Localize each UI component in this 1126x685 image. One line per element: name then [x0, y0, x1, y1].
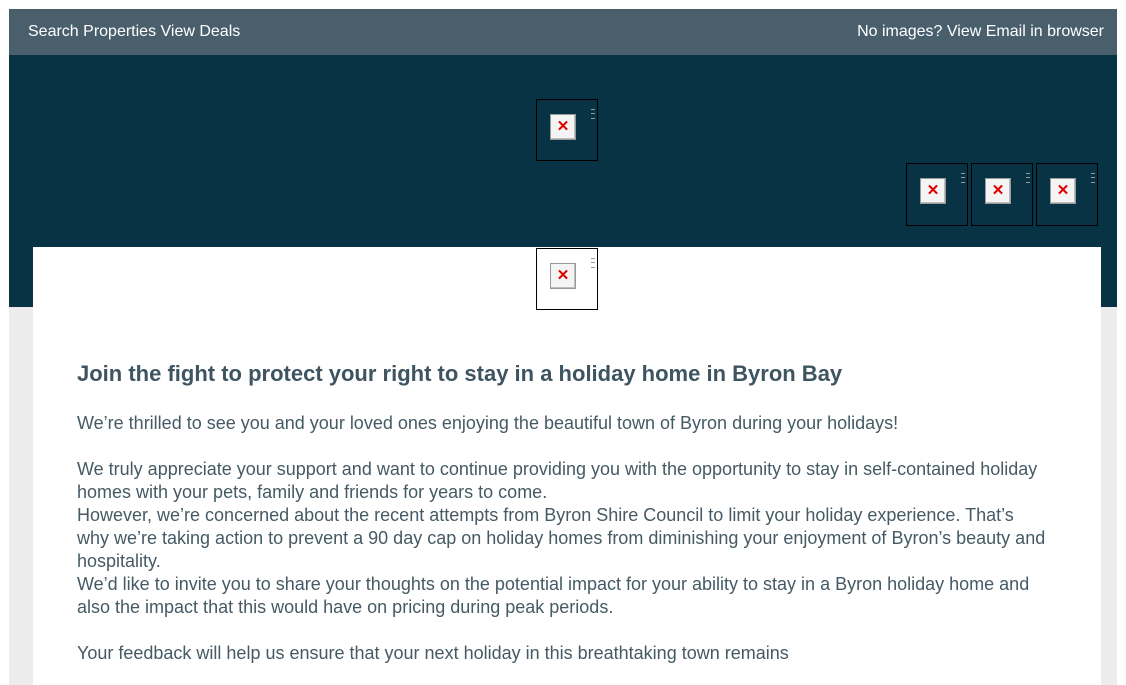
grip-icon	[591, 258, 595, 268]
paragraph-5: Your feedback will help us ensure that y…	[77, 643, 789, 663]
social-image-1[interactable]: ✕	[906, 163, 968, 226]
social-image-3[interactable]: ✕	[1036, 163, 1098, 226]
view-in-browser-link[interactable]: No images? View Email in browser	[857, 23, 1104, 41]
paragraph-1: We’re thrilled to see you and your loved…	[77, 413, 899, 433]
broken-image-icon: ✕	[985, 178, 1011, 204]
broken-image-icon: ✕	[1050, 178, 1076, 204]
broken-image-icon: ✕	[920, 178, 946, 204]
top-nav: Search Properties View Deals	[28, 23, 240, 41]
grip-icon	[1091, 173, 1095, 183]
broken-image-icon: ✕	[550, 114, 576, 140]
grip-icon	[591, 109, 595, 119]
grip-icon	[961, 173, 965, 183]
top-bar: Search Properties View Deals No images? …	[9, 9, 1117, 55]
search-properties-link[interactable]: Search Properties	[28, 23, 156, 40]
paragraph-2: We truly appreciate your support and wan…	[77, 459, 1038, 502]
broken-image-icon: ✕	[550, 263, 576, 289]
view-deals-link[interactable]: View Deals	[161, 23, 241, 40]
headline: Join the fight to protect your right to …	[77, 361, 843, 386]
social-image-2[interactable]: ✕	[971, 163, 1033, 226]
banner-image: ✕	[536, 248, 598, 310]
grip-icon	[1026, 173, 1030, 183]
paragraph-4: We’d like to invite you to share your th…	[77, 574, 1030, 617]
logo-image[interactable]: ✕	[536, 99, 598, 161]
paragraph-3: However, we’re concerned about the recen…	[77, 505, 1046, 571]
